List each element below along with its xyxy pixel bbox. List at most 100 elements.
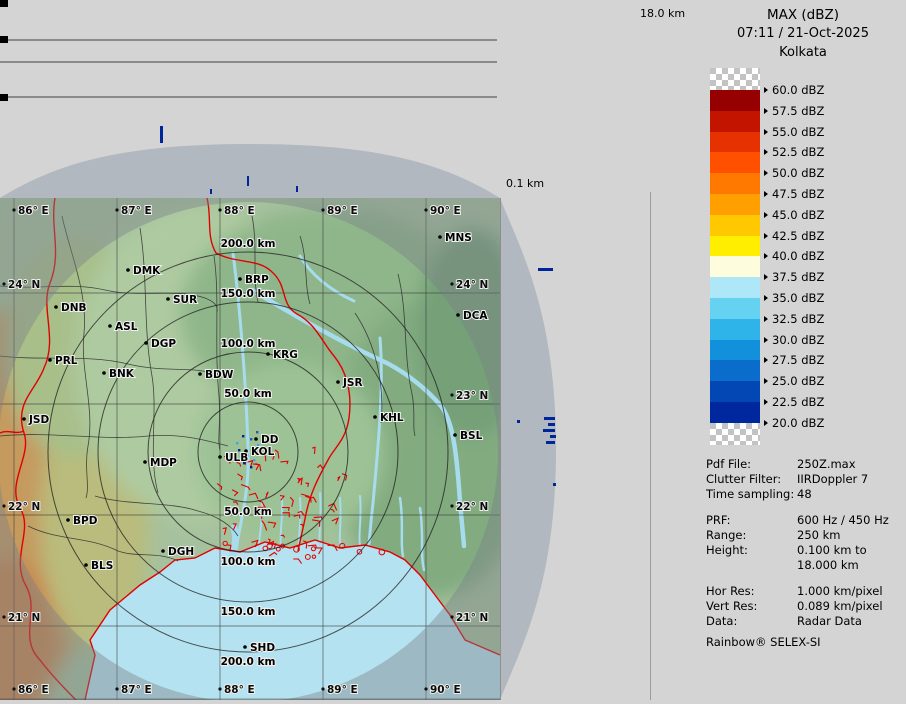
station-marker (108, 324, 112, 328)
radar-echo (517, 420, 520, 423)
dbz-scale-label: 22.5 dBZ (764, 395, 824, 409)
radar-map: 86° E86° E87° E87° E88° E88° E89° E89° E… (0, 198, 500, 700)
station-label: BPD (73, 515, 98, 527)
station-marker (238, 277, 242, 281)
height-min-label: 0.1 km (506, 177, 544, 190)
station-marker (373, 415, 377, 419)
longitude-label: 89° E (327, 684, 358, 696)
dbz-scale-label: 60.0 dBZ (764, 83, 824, 97)
grid-label-dot (450, 282, 453, 285)
dbz-scale-label: 52.5 dBZ (764, 145, 824, 159)
longitude-label: 87° E (121, 205, 152, 217)
dbz-scale-labels: 60.0 dBZ57.5 dBZ55.0 dBZ52.5 dBZ50.0 dBZ… (700, 0, 906, 460)
meta-label (706, 558, 797, 573)
scale-tick-arrow (764, 274, 768, 280)
scale-tick-arrow (764, 316, 768, 322)
latitude-label: 21° N (456, 612, 488, 624)
station-marker (336, 380, 340, 384)
dbz-scale-label: 20.0 dBZ (764, 416, 824, 430)
range-ring-label: 150.0 km (221, 606, 276, 618)
station-marker (144, 341, 148, 345)
station-label: DCA (463, 310, 488, 322)
radar-echo (543, 429, 555, 432)
station-label: DMK (133, 265, 161, 277)
meta-row: Vert Res:0.089 km/pixel (706, 599, 904, 614)
radar-echo (546, 441, 555, 444)
station-marker (243, 645, 247, 649)
grid-label-dot (2, 615, 5, 618)
meta-gap (706, 573, 904, 584)
radar-echo (538, 268, 553, 271)
scale-tick-arrow (764, 129, 768, 135)
meta-value: IIRDoppler 7 (797, 472, 868, 487)
scale-tick-arrow (764, 233, 768, 239)
meta-value: 0.100 km to (797, 543, 867, 558)
height-max-label: 18.0 km (640, 7, 685, 20)
station-label: BSL (460, 430, 483, 442)
grid-label-dot (12, 687, 15, 690)
grid-label-dot (450, 504, 453, 507)
longitude-label: 88° E (224, 684, 255, 696)
station-label: PRL (55, 355, 78, 367)
station-label: SHD (250, 642, 275, 654)
map-panel-border (500, 198, 501, 700)
meta-row: Range:250 km (706, 528, 904, 543)
radar-echo (236, 442, 238, 444)
meta-value: 250 km (797, 528, 840, 543)
radar-echo (256, 431, 258, 433)
meta-row: 18.000 km (706, 558, 904, 573)
station-label: JSR (342, 377, 363, 389)
station-label: DGH (168, 546, 194, 558)
station-marker (102, 371, 106, 375)
range-ring-label: 200.0 km (221, 656, 276, 668)
dbz-scale-label: 47.5 dBZ (764, 187, 824, 201)
grid-label-dot (218, 687, 221, 690)
dbz-scale-label: 32.5 dBZ (764, 312, 824, 326)
range-ring-label: 100.0 km (221, 338, 276, 350)
station-label: MNS (445, 232, 472, 244)
station-label: SUR (173, 294, 197, 306)
longitude-label: 90° E (430, 205, 461, 217)
station-label: DD (261, 434, 279, 446)
meta-value: 600 Hz / 450 Hz (797, 513, 889, 528)
station-marker (198, 372, 202, 376)
scale-tick-arrow (764, 337, 768, 343)
range-ring-label: 50.0 km (224, 388, 272, 400)
scale-tick-arrow (764, 295, 768, 301)
latitude-label: 23° N (456, 390, 488, 402)
grid-label-dot (321, 208, 324, 211)
axis-tick (0, 94, 8, 101)
grid-label-dot (2, 282, 5, 285)
dbz-scale-label: 35.0 dBZ (764, 291, 824, 305)
meta-gap (706, 502, 904, 513)
meta-label: Vert Res: (706, 599, 797, 614)
station-marker (161, 549, 165, 553)
longitude-label: 88° E (224, 205, 255, 217)
meta-label: Pdf File: (706, 457, 797, 472)
top-profile-panel (0, 0, 500, 198)
station-marker (48, 358, 52, 362)
dbz-scale-label: 55.0 dBZ (764, 125, 824, 139)
map-panel: 86° E86° E87° E87° E88° E88° E89° E89° E… (0, 198, 500, 700)
grid-label-dot (115, 208, 118, 211)
station-label: KHL (380, 412, 404, 424)
meta-row: Pdf File:250Z.max (706, 457, 904, 472)
longitude-label: 86° E (18, 205, 49, 217)
longitude-label: 90° E (430, 684, 461, 696)
station-label: BDW (205, 369, 234, 381)
station-marker (438, 235, 442, 239)
grid-label-dot (218, 208, 221, 211)
meta-label: Height: (706, 543, 797, 558)
scale-tick-arrow (764, 399, 768, 405)
grid-label-dot (2, 504, 5, 507)
scale-tick-arrow (764, 170, 768, 176)
meta-label: Clutter Filter: (706, 472, 797, 487)
meta-value: 48 (797, 487, 812, 502)
product-metadata: Pdf File:250Z.maxClutter Filter:IIRDoppl… (706, 457, 904, 650)
range-ring-label: 100.0 km (221, 556, 276, 568)
meta-row: Height:0.100 km to (706, 543, 904, 558)
longitude-label: 86° E (18, 684, 49, 696)
scale-tick-arrow (764, 108, 768, 114)
scale-tick-arrow (764, 420, 768, 426)
station-marker (218, 455, 222, 459)
